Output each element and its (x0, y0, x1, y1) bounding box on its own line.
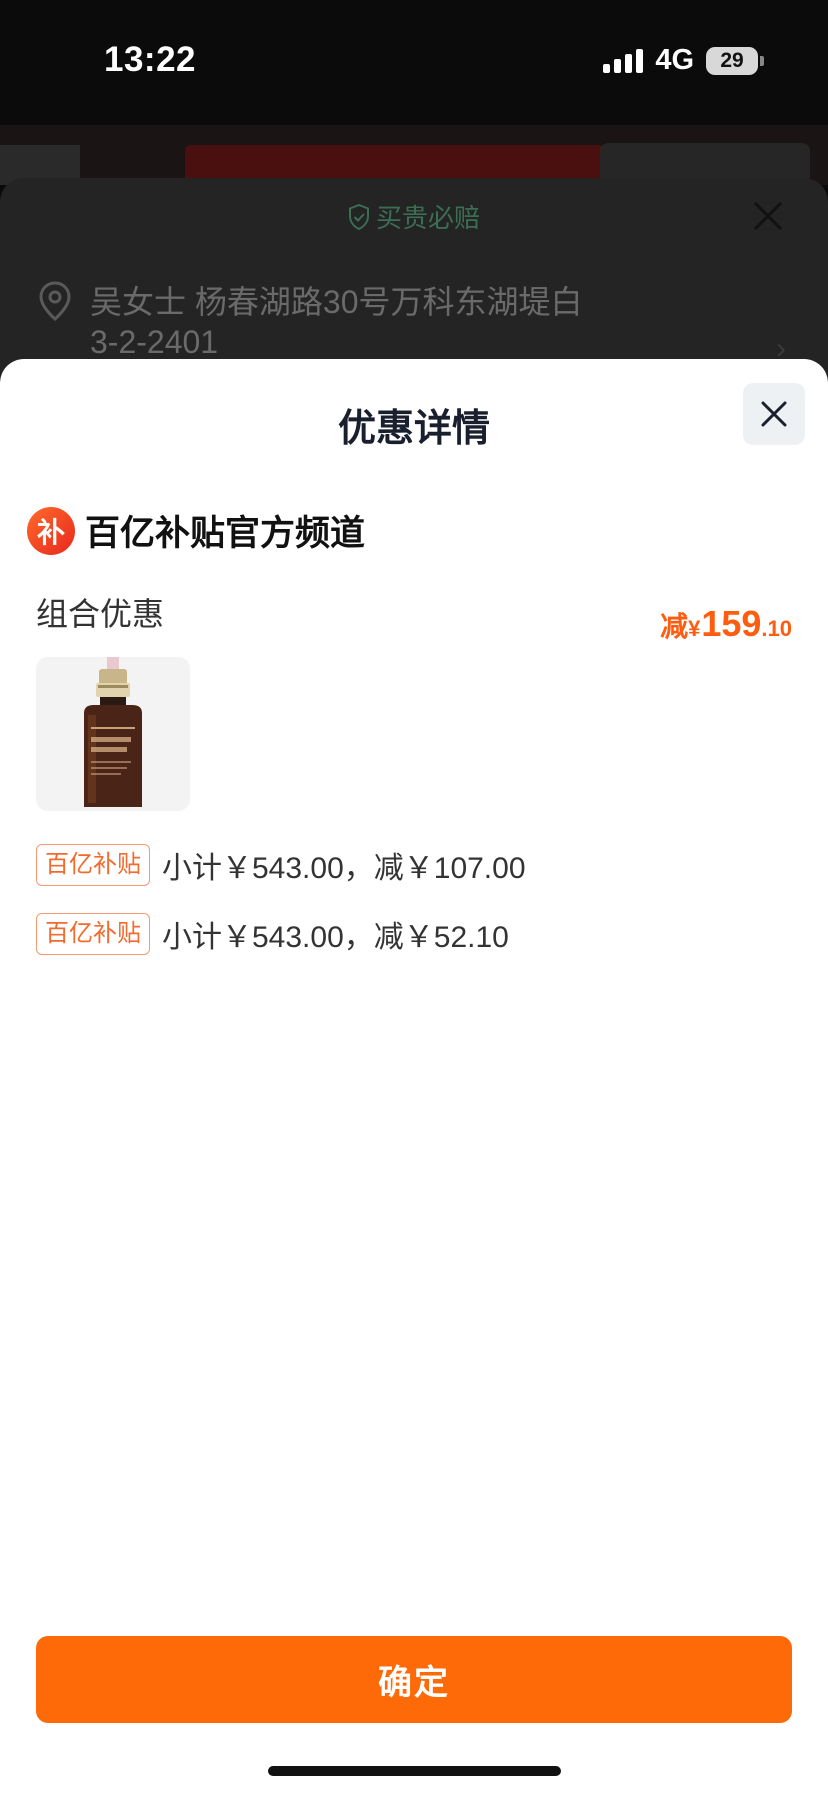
discount-row-text: 小计￥543.00，减￥107.00 (162, 852, 526, 885)
product-thumbnail[interactable] (36, 657, 190, 811)
confirm-button[interactable]: 确定 (36, 1636, 792, 1723)
total-discount: 减 ¥ 159 .10 (660, 603, 792, 645)
close-icon (761, 401, 787, 427)
shield-icon (348, 203, 370, 237)
status-indicators: 4G 29 (603, 44, 764, 77)
discount-integer: 159 (701, 603, 762, 644)
status-time: 13:22 (104, 40, 197, 79)
discount-row: 百亿补贴 小计￥543.00，减￥107.00 (36, 843, 526, 887)
channel-name: 百亿补贴官方频道 (85, 514, 366, 553)
address-line-1: 吴女士 杨春湖路30号万科东湖堤白 (90, 284, 583, 320)
discount-decimal: .10 (761, 616, 792, 641)
network-type: 4G (655, 44, 694, 76)
channel-logo-icon: 补 (27, 506, 75, 555)
combo-discount-label: 组合优惠 (36, 596, 165, 632)
discount-detail-sheet: 优惠详情 补 百亿补贴官方频道 组合优惠 减 ¥ 159 .10 百亿补贴 小计… (0, 359, 828, 1796)
status-bar: 13:22 4G 29 (0, 0, 828, 120)
channel-header[interactable]: 补 百亿补贴官方频道 (27, 505, 365, 556)
serum-bottle-image (36, 657, 190, 811)
signal-icon (603, 48, 644, 73)
subsidy-tag: 百亿补贴 (36, 913, 150, 955)
background-close-icon (750, 198, 786, 234)
background-address: 吴女士 杨春湖路30号万科东湖堤白 3-2-2401 (90, 282, 650, 362)
discount-row: 百亿补贴 小计￥543.00，减￥52.10 (36, 912, 509, 956)
close-button[interactable] (743, 383, 805, 445)
location-pin-icon (36, 280, 74, 327)
home-indicator[interactable] (268, 1766, 561, 1776)
subsidy-tag: 百亿补贴 (36, 844, 150, 886)
background-banner (0, 125, 828, 185)
guarantee-text: 买贵必赔 (375, 203, 480, 233)
sheet-title: 优惠详情 (337, 408, 490, 450)
battery-icon: 29 (706, 46, 764, 75)
discount-row-text: 小计￥543.00，减￥52.10 (162, 921, 509, 954)
address-line-2: 3-2-2401 (90, 324, 219, 360)
discount-currency: ¥ (688, 616, 701, 641)
background-guarantee: 买贵必赔 (0, 198, 828, 237)
discount-prefix: 减 (660, 611, 689, 642)
